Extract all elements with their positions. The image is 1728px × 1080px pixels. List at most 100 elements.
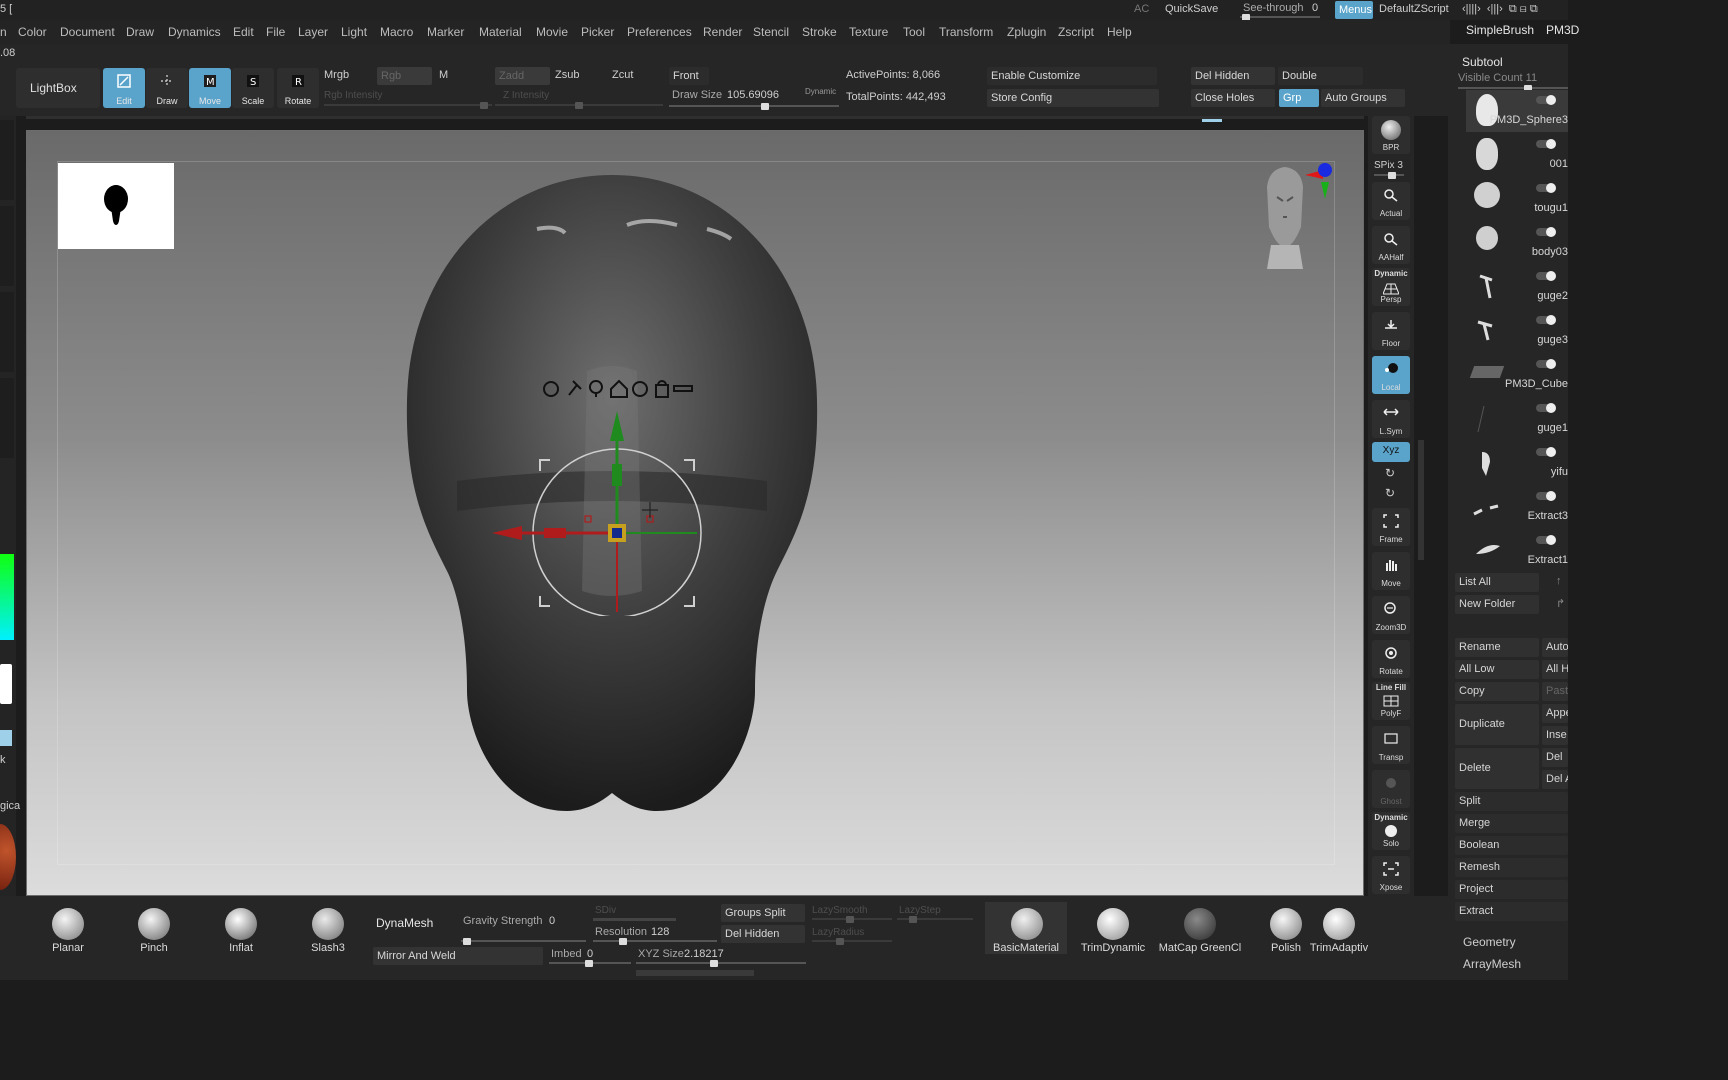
store-config-button[interactable]: Store Config (987, 89, 1159, 107)
subtool-item[interactable]: Extract3 (1466, 486, 1568, 528)
project-section[interactable]: Project (1455, 880, 1568, 899)
menu-dynamics[interactable]: Dynamics (168, 25, 221, 39)
navigator-thumbnail[interactable] (58, 163, 174, 249)
duplicate-button[interactable]: Duplicate (1455, 704, 1539, 745)
append-button[interactable]: Appe (1542, 704, 1568, 723)
actual-button[interactable]: Actual (1372, 182, 1410, 220)
delete-button[interactable]: Delete (1455, 748, 1539, 789)
pinch-brush-button[interactable]: Pinch (124, 902, 184, 954)
menu-zscript[interactable]: Zscript (1058, 25, 1094, 39)
slider-knob[interactable] (463, 938, 471, 945)
menu-zplugin[interactable]: Zplugin (1007, 25, 1046, 39)
solo-button[interactable]: Dynamic Solo (1372, 812, 1410, 850)
transpose-gizmo[interactable] (482, 376, 742, 616)
subtool-title[interactable]: Subtool (1462, 55, 1503, 69)
visibility-toggle[interactable] (1536, 227, 1556, 237)
polyf-button[interactable]: Line Fill PolyF (1372, 682, 1410, 720)
copy-button[interactable]: Copy (1455, 682, 1539, 701)
slider-knob[interactable] (761, 103, 769, 110)
basic-material-button[interactable]: BasicMaterial (985, 902, 1067, 954)
layout-icons[interactable]: ‹||||› ‹|||› ⧉ ⊟ ⧉ (1462, 3, 1538, 16)
dynamic-toggle[interactable]: Dynamic (805, 87, 836, 96)
menu-layer[interactable]: Layer (298, 25, 328, 39)
list-all-button[interactable]: List All (1455, 573, 1539, 592)
menu-movie[interactable]: Movie (536, 25, 568, 39)
double-button[interactable]: Double (1278, 67, 1363, 85)
main-color-swatch[interactable] (0, 664, 12, 704)
subtool-item[interactable]: yifu (1466, 442, 1568, 484)
draw-button[interactable]: Draw (146, 68, 188, 108)
menu-tool[interactable]: Tool (903, 25, 925, 39)
menu-preferences[interactable]: Preferences (627, 25, 692, 39)
rotate-y-icon[interactable]: ↻ (1385, 486, 1395, 500)
slash3-brush-button[interactable]: Slash3 (298, 902, 358, 954)
local-button[interactable]: Local (1372, 356, 1410, 394)
auto-reorder-button[interactable]: Auto (1542, 638, 1568, 657)
menu-picker[interactable]: Picker (581, 25, 614, 39)
menu-fragment[interactable]: n (0, 25, 7, 39)
lazysmooth-slider[interactable] (812, 916, 892, 923)
draw-size-slider[interactable] (669, 103, 839, 110)
scale-button[interactable]: S Scale (232, 68, 274, 108)
arrow-down-icon[interactable]: ↱ (1556, 597, 1565, 610)
material-sphere-icon[interactable] (0, 824, 16, 890)
rgb-intensity-slider[interactable] (324, 102, 492, 109)
grp-toggle[interactable]: Grp (1279, 89, 1319, 107)
matcap-greencl-button[interactable]: MatCap GreenCl (1156, 902, 1244, 954)
visibility-toggle[interactable] (1536, 271, 1556, 281)
all-low-button[interactable]: All Low (1455, 660, 1539, 679)
subtool-item[interactable]: Extract1 (1466, 530, 1568, 572)
document-canvas[interactable] (27, 131, 1363, 895)
insert-button[interactable]: Inse (1542, 726, 1568, 745)
left-slot[interactable] (0, 206, 14, 286)
seethrough-slider[interactable] (1240, 14, 1320, 21)
menu-stroke[interactable]: Stroke (802, 25, 837, 39)
menu-draw[interactable]: Draw (126, 25, 154, 39)
groups-split-button[interactable]: Groups Split (721, 904, 805, 922)
mrgb-button[interactable]: Mrgb (324, 69, 349, 81)
del-other-button[interactable]: Del (1542, 748, 1568, 767)
visibility-toggle[interactable] (1536, 447, 1556, 457)
edit-button[interactable]: Edit (103, 68, 145, 108)
left-toggle[interactable] (0, 730, 12, 746)
right-shelf-scrollbar[interactable] (1418, 440, 1424, 560)
dynamesh-del-hidden-button[interactable]: Del Hidden (721, 925, 805, 943)
remesh-section[interactable]: Remesh (1455, 858, 1568, 877)
slider-knob[interactable] (846, 916, 854, 923)
new-folder-button[interactable]: New Folder (1455, 595, 1539, 614)
current-brush[interactable]: SimpleBrush PM3D (1450, 20, 1579, 40)
dynamesh-button[interactable]: DynaMesh (376, 916, 433, 930)
aahalf-button[interactable]: AAHalf (1372, 226, 1410, 264)
rotate-x-icon[interactable]: ↻ (1385, 466, 1395, 480)
enable-customize-button[interactable]: Enable Customize (987, 67, 1157, 85)
gravity-slider[interactable] (461, 938, 586, 945)
menu-help[interactable]: Help (1107, 25, 1132, 39)
del-all-button[interactable]: Del A (1542, 770, 1568, 789)
navigation-cube[interactable] (1237, 157, 1347, 277)
slider-knob[interactable] (619, 938, 627, 945)
quicksave-button[interactable]: QuickSave (1165, 3, 1218, 15)
menu-transform[interactable]: Transform (939, 25, 993, 39)
visibility-toggle[interactable] (1536, 95, 1556, 105)
zoom3d-button[interactable]: Zoom3D (1372, 596, 1410, 634)
z-intensity-slider[interactable] (495, 102, 663, 109)
paste-button[interactable]: Past (1542, 682, 1568, 701)
zadd-button[interactable]: Zadd (495, 67, 550, 85)
zcut-button[interactable]: Zcut (612, 69, 633, 81)
bpr-button[interactable]: BPR (1372, 116, 1410, 154)
bottom-scroll-handle[interactable] (636, 970, 754, 976)
move-view-button[interactable]: Move (1372, 552, 1410, 590)
subtool-item[interactable]: PM3D_Sphere3 (1466, 90, 1568, 132)
lazyradius-slider[interactable] (812, 938, 892, 945)
menu-light[interactable]: Light (341, 25, 367, 39)
del-hidden-button[interactable]: Del Hidden (1191, 67, 1275, 85)
lazystep-slider[interactable] (897, 916, 973, 923)
inflat-brush-button[interactable]: Inflat (211, 902, 271, 954)
xpose-button[interactable]: Xpose (1372, 856, 1410, 894)
ghost-button[interactable]: Ghost (1372, 770, 1410, 808)
close-holes-button[interactable]: Close Holes (1191, 89, 1275, 107)
lsym-button[interactable]: L.Sym (1372, 400, 1410, 438)
merge-section[interactable]: Merge (1455, 814, 1568, 833)
subtool-item[interactable]: PM3D_Cube (1466, 354, 1568, 396)
extract-section[interactable]: Extract (1455, 902, 1568, 921)
